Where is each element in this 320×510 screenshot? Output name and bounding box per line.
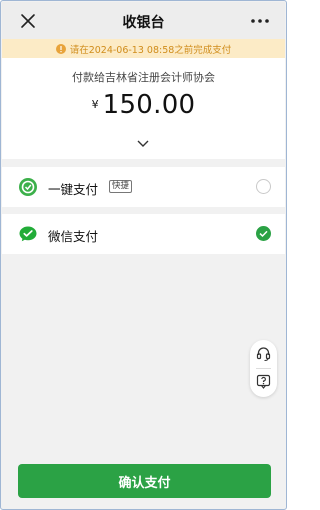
wechat-pay-icon bbox=[19, 226, 37, 242]
payment-deadline-notice: 请在2024-06-13 08:58之前完成支付 bbox=[2, 39, 285, 58]
payee-text: 付款给吉林省注册会计师协会 bbox=[72, 71, 215, 84]
faq-button[interactable] bbox=[256, 374, 271, 389]
more-icon bbox=[251, 19, 269, 23]
cashier-screen: 收银台 请在2024-06-13 08:58之前完成支付 付款给吉林省注册会计师… bbox=[0, 0, 287, 510]
headset-icon bbox=[256, 347, 271, 362]
expand-details-button[interactable] bbox=[136, 134, 150, 147]
currency-symbol: ¥ bbox=[91, 98, 99, 111]
help-icon bbox=[256, 374, 271, 389]
option-label: 一键支付 bbox=[48, 182, 99, 197]
floating-help-panel bbox=[250, 340, 277, 397]
payment-summary: 付款给吉林省注册会计师协会 ¥150.00 bbox=[2, 58, 285, 159]
customer-service-button[interactable] bbox=[256, 346, 271, 362]
notice-text: 请在2024-06-13 08:58之前完成支付 bbox=[69, 44, 232, 56]
warning-icon bbox=[55, 43, 66, 54]
chevron-down-icon bbox=[137, 140, 149, 147]
divider bbox=[256, 368, 271, 369]
one-click-pay-icon bbox=[19, 178, 37, 196]
confirm-payment-button[interactable]: 确认支付 bbox=[18, 464, 271, 498]
option-label: 微信支付 bbox=[48, 229, 99, 244]
amount-value: 150.00 bbox=[102, 90, 196, 120]
more-button[interactable] bbox=[249, 11, 271, 31]
page-title: 收银台 bbox=[122, 15, 165, 31]
amount-row: ¥150.00 bbox=[2, 90, 285, 120]
radio-unchecked[interactable] bbox=[256, 179, 271, 194]
payment-option-one-click[interactable]: 一键支付 快捷 bbox=[2, 167, 285, 207]
quick-tag: 快捷 bbox=[109, 180, 133, 193]
payment-option-wechat[interactable]: 微信支付 bbox=[2, 214, 285, 254]
radio-checked-icon[interactable] bbox=[256, 226, 271, 241]
header-bar: 收银台 bbox=[2, 2, 285, 40]
